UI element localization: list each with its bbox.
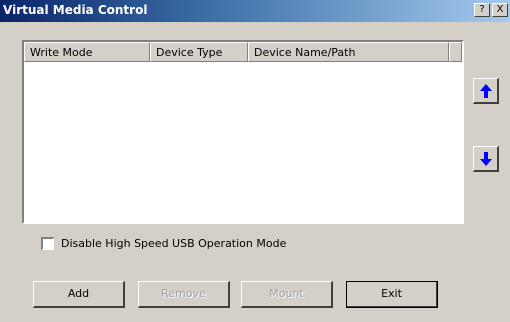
window-title: Virtual Media Control xyxy=(3,3,148,17)
move-up-button[interactable] xyxy=(473,78,499,104)
title-bar[interactable]: Virtual Media Control ? X xyxy=(0,0,510,22)
title-bar-buttons: ? X xyxy=(474,3,508,17)
arrow-down-icon xyxy=(480,152,492,166)
move-down-button[interactable] xyxy=(473,146,499,172)
exit-button[interactable]: Exit xyxy=(346,281,438,308)
close-button[interactable]: X xyxy=(492,3,508,17)
remove-button[interactable]: Remove xyxy=(138,281,230,308)
help-button[interactable]: ? xyxy=(474,3,490,17)
column-header-device-name-path[interactable]: Device Name/Path xyxy=(248,42,449,62)
disable-high-speed-usb-label[interactable]: Disable High Speed USB Operation Mode xyxy=(61,237,286,250)
add-button[interactable]: Add xyxy=(33,281,125,308)
virtual-media-control-dialog: Virtual Media Control ? X Write Mode Dev… xyxy=(0,0,510,322)
mount-button[interactable]: Mount xyxy=(241,281,333,308)
disable-high-speed-usb-checkbox[interactable] xyxy=(41,237,54,250)
arrow-up-icon xyxy=(480,84,492,98)
column-header-filler xyxy=(449,42,462,62)
device-list[interactable]: Write Mode Device Type Device Name/Path xyxy=(22,40,464,224)
device-list-header: Write Mode Device Type Device Name/Path xyxy=(24,42,462,62)
disable-high-speed-usb-option[interactable]: Disable High Speed USB Operation Mode xyxy=(41,237,286,250)
column-header-device-type[interactable]: Device Type xyxy=(150,42,248,62)
column-header-write-mode[interactable]: Write Mode xyxy=(24,42,150,62)
